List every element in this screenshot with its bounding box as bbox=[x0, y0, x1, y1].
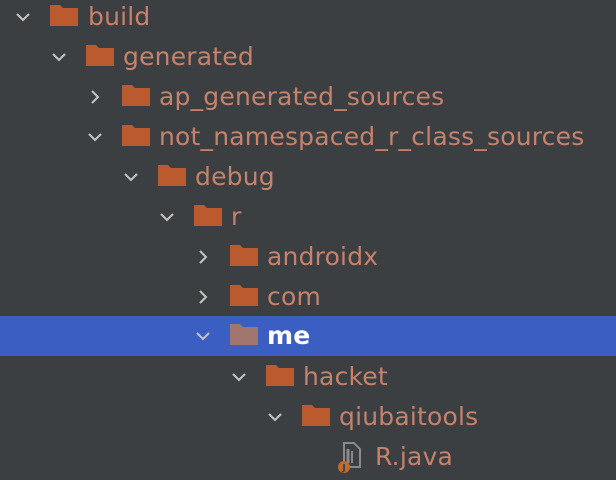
folder-icon bbox=[230, 244, 260, 268]
tree-node-com[interactable]: com bbox=[0, 277, 616, 317]
project-tree: build generated ap_generated_sources not… bbox=[0, 0, 616, 480]
folder-icon bbox=[194, 204, 224, 228]
java-file-icon: J bbox=[336, 441, 364, 474]
tree-node-androidx[interactable]: androidx bbox=[0, 237, 616, 277]
tree-node-label: ap_generated_sources bbox=[159, 82, 445, 111]
folder-icon bbox=[302, 404, 332, 428]
tree-node-label: R.java bbox=[375, 442, 454, 471]
tree-node-build[interactable]: build bbox=[0, 0, 616, 37]
folder-icon bbox=[50, 4, 80, 28]
chevron-down-icon[interactable] bbox=[116, 157, 146, 197]
folder-icon bbox=[266, 364, 296, 388]
chevron-right-icon[interactable] bbox=[188, 237, 218, 277]
tree-node-debug[interactable]: debug bbox=[0, 157, 616, 197]
tree-node-me[interactable]: me bbox=[0, 316, 616, 356]
tree-node-label: r bbox=[231, 202, 242, 231]
chevron-down-icon[interactable] bbox=[8, 0, 38, 37]
folder-icon bbox=[158, 164, 188, 188]
folder-icon bbox=[122, 84, 152, 108]
tree-node-label: me bbox=[267, 321, 311, 350]
tree-node-hacket[interactable]: hacket bbox=[0, 357, 616, 397]
tree-node-r-java[interactable]: J R.java bbox=[0, 437, 616, 477]
chevron-down-icon[interactable] bbox=[152, 197, 182, 237]
chevron-down-icon[interactable] bbox=[260, 397, 290, 437]
tree-node-ap-generated-sources[interactable]: ap_generated_sources bbox=[0, 77, 616, 117]
chevron-down-icon[interactable] bbox=[188, 316, 218, 356]
chevron-down-icon[interactable] bbox=[224, 357, 254, 397]
tree-node-qiubaitools[interactable]: qiubaitools bbox=[0, 397, 616, 437]
tree-node-label: build bbox=[88, 2, 151, 31]
tree-node-label: debug bbox=[195, 162, 275, 191]
chevron-down-icon[interactable] bbox=[44, 37, 74, 77]
tree-node-not-namespaced-r-class-sources[interactable]: not_namespaced_r_class_sources bbox=[0, 117, 616, 157]
folder-icon bbox=[86, 44, 116, 68]
tree-node-label: generated bbox=[123, 42, 254, 71]
svg-text:J: J bbox=[341, 464, 345, 474]
tree-node-r[interactable]: r bbox=[0, 197, 616, 237]
chevron-right-icon[interactable] bbox=[80, 77, 110, 117]
folder-icon bbox=[122, 124, 152, 148]
tree-node-generated[interactable]: generated bbox=[0, 37, 616, 77]
chevron-right-icon[interactable] bbox=[188, 277, 218, 317]
folder-icon bbox=[230, 284, 260, 308]
tree-node-label: not_namespaced_r_class_sources bbox=[159, 122, 585, 151]
tree-node-label: qiubaitools bbox=[339, 402, 479, 431]
tree-node-label: com bbox=[267, 282, 321, 311]
tree-node-label: hacket bbox=[303, 362, 388, 391]
folder-icon bbox=[230, 323, 260, 347]
chevron-down-icon[interactable] bbox=[80, 117, 110, 157]
tree-node-label: androidx bbox=[267, 242, 379, 271]
